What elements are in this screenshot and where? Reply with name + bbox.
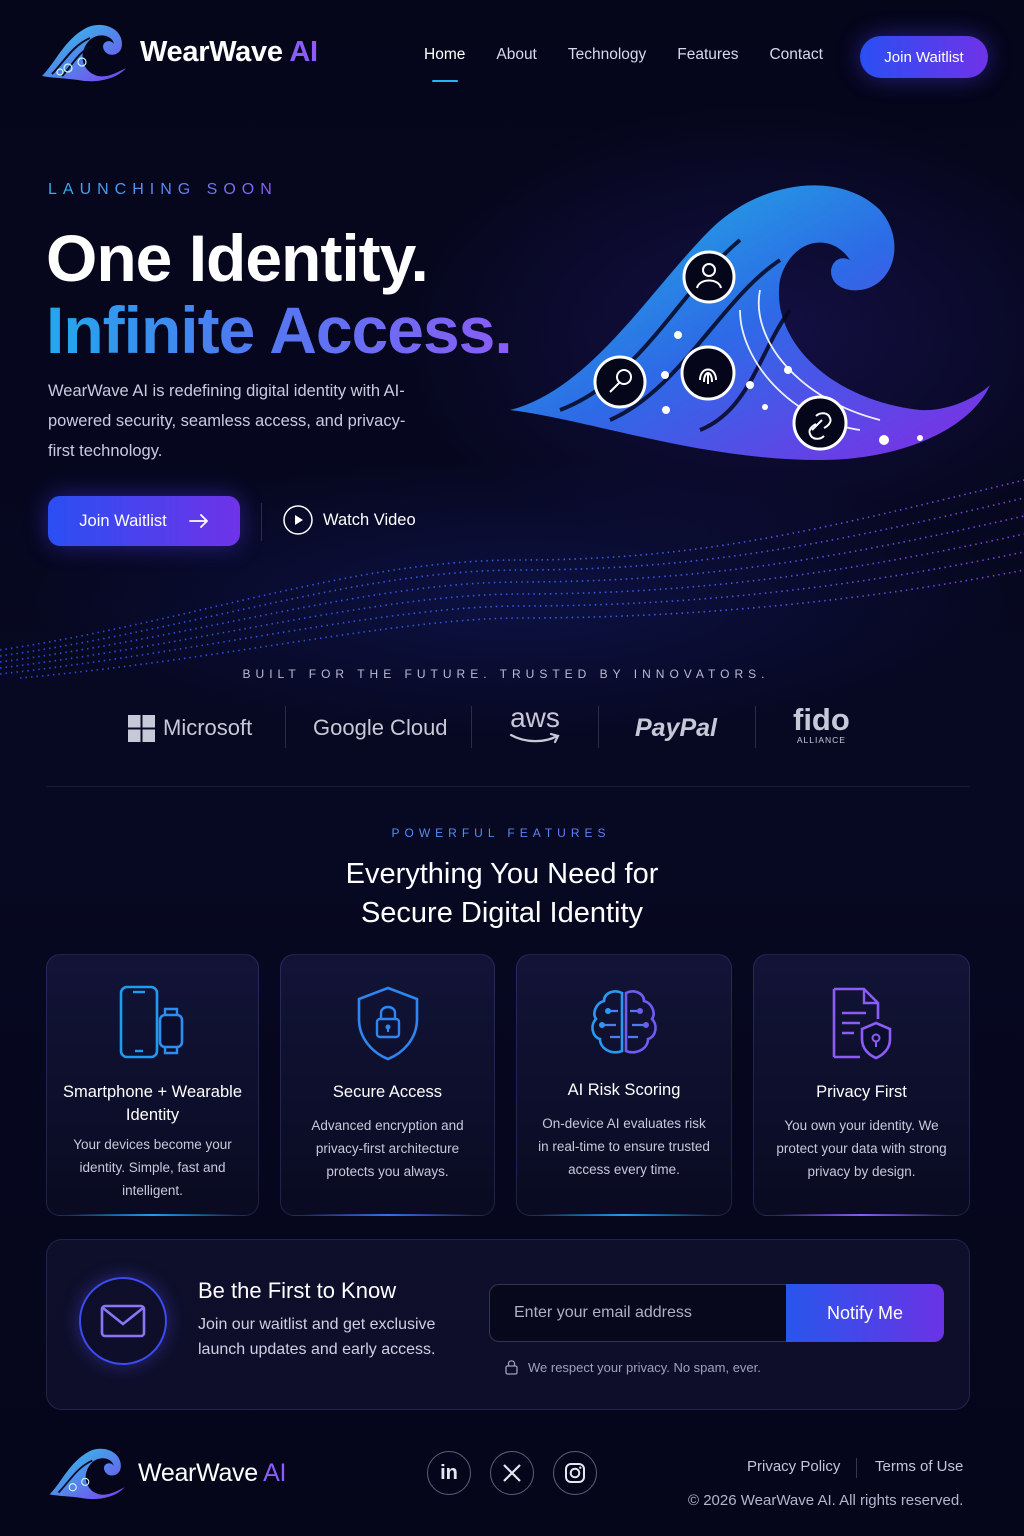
feature-card-title: AI Risk Scoring — [567, 1081, 681, 1099]
brand-google-cloud: Google Cloud — [313, 715, 448, 740]
card-glow — [67, 1214, 238, 1216]
feature-card-wearable-identity[interactable]: Smartphone + Wearable Identity Your devi… — [46, 954, 259, 1216]
privacy-note: We respect your privacy. No spam, ever. — [505, 1359, 761, 1375]
notify-me-button[interactable]: Notify Me — [786, 1284, 944, 1342]
features-kicker: POWERFUL FEATURES — [0, 826, 1002, 840]
feature-card-text: You own your identity. We protect your d… — [776, 1118, 947, 1179]
hero-kicker: LAUNCHING SOON — [48, 181, 278, 198]
nav-features[interactable]: Features — [677, 46, 738, 64]
copyright: © 2026 WearWave AI. All rights reserved. — [688, 1492, 964, 1509]
nav-contact[interactable]: Contact — [769, 46, 822, 64]
lock-icon — [505, 1360, 518, 1375]
brand-separator — [471, 706, 472, 748]
wave-logo-icon — [49, 1448, 125, 1500]
aws-smile-icon — [509, 732, 560, 744]
feature-card-secure-access[interactable]: Secure Access Advanced encryption and pr… — [280, 954, 495, 1216]
hero-title-line2: Infinite Access. — [46, 293, 513, 367]
features-title-line2: Secure Digital Identity — [360, 897, 644, 929]
microsoft-logo-icon — [128, 714, 155, 742]
card-glow — [774, 1214, 949, 1216]
header-join-waitlist-button[interactable]: Join Waitlist — [860, 36, 988, 78]
card-glow — [301, 1214, 474, 1216]
feature-card-ai-risk-scoring[interactable]: AI Risk Scoring On-device AI evaluates r… — [516, 954, 732, 1216]
footer-brand-name: WearWave AI — [138, 1458, 287, 1487]
brand-name: WearWave AI — [140, 35, 318, 68]
brain-icon — [591, 990, 657, 1054]
instagram-icon[interactable] — [553, 1451, 597, 1495]
active-nav-indicator — [432, 80, 458, 82]
brand-microsoft: Microsoft — [128, 708, 252, 748]
feature-card-text: On-device AI evaluates risk in real-time… — [538, 1116, 710, 1177]
nav-home[interactable]: Home — [424, 46, 465, 64]
cta-text: Join our waitlist and get exclusive laun… — [198, 1316, 436, 1358]
feature-card-title: Smartphone + Wearable Identity — [62, 1083, 242, 1124]
footer-link-separator — [856, 1458, 857, 1478]
hero-title-line1: One Identity. — [46, 221, 429, 295]
brand-separator — [755, 706, 756, 748]
brand-separator — [285, 706, 286, 748]
brand-aws: aws — [509, 704, 561, 744]
features-title: Everything You Need for Secure Digital I… — [0, 855, 1004, 933]
card-glow — [537, 1214, 711, 1216]
hero-wave-illustration — [510, 185, 990, 460]
nav-about[interactable]: About — [496, 46, 537, 64]
feature-card-title: Privacy First — [816, 1083, 907, 1101]
x-icon[interactable] — [490, 1451, 534, 1495]
hero-description: WearWave AI is redefining digital identi… — [48, 382, 406, 460]
cta-title: Be the First to Know — [198, 1278, 397, 1303]
header-logo[interactable]: WearWave AI — [38, 22, 318, 82]
mail-icon — [100, 1304, 146, 1338]
devices-icon — [119, 985, 183, 1059]
privacy-policy-link[interactable]: Privacy Policy — [747, 1458, 840, 1475]
features-title-line1: Everything You Need for — [345, 858, 659, 890]
wave-logo-icon — [42, 24, 126, 82]
nav-technology[interactable]: Technology — [568, 46, 646, 64]
brand-separator — [598, 706, 599, 748]
footer-logo[interactable]: WearWave AI — [46, 1446, 286, 1500]
mail-icon-badge — [79, 1277, 167, 1365]
feature-card-title: Secure Access — [332, 1083, 443, 1101]
shield-lock-icon — [357, 986, 418, 1061]
main-nav: Home About Technology Features Contact — [424, 46, 823, 64]
feature-card-text: Your devices become your identity. Simpl… — [73, 1137, 232, 1198]
feature-card-privacy-first[interactable]: Privacy First You own your identity. We … — [753, 954, 970, 1216]
particle-wave-background — [0, 479, 1024, 679]
document-shield-icon — [832, 987, 891, 1060]
linkedin-icon[interactable]: in — [427, 1451, 471, 1495]
brand-paypal: PayPal — [635, 713, 718, 742]
feature-card-text: Advanced encryption and privacy-first ar… — [311, 1118, 464, 1179]
email-input[interactable]: Enter your email address — [489, 1284, 789, 1342]
trusted-label: BUILT FOR THE FUTURE. TRUSTED BY INNOVAT… — [242, 667, 770, 681]
terms-of-use-link[interactable]: Terms of Use — [875, 1458, 963, 1475]
brand-fido: fido ALLIANCE — [793, 702, 850, 745]
waitlist-signup-panel: Be the First to Know Join our waitlist a… — [46, 1239, 970, 1410]
section-divider — [46, 786, 970, 787]
